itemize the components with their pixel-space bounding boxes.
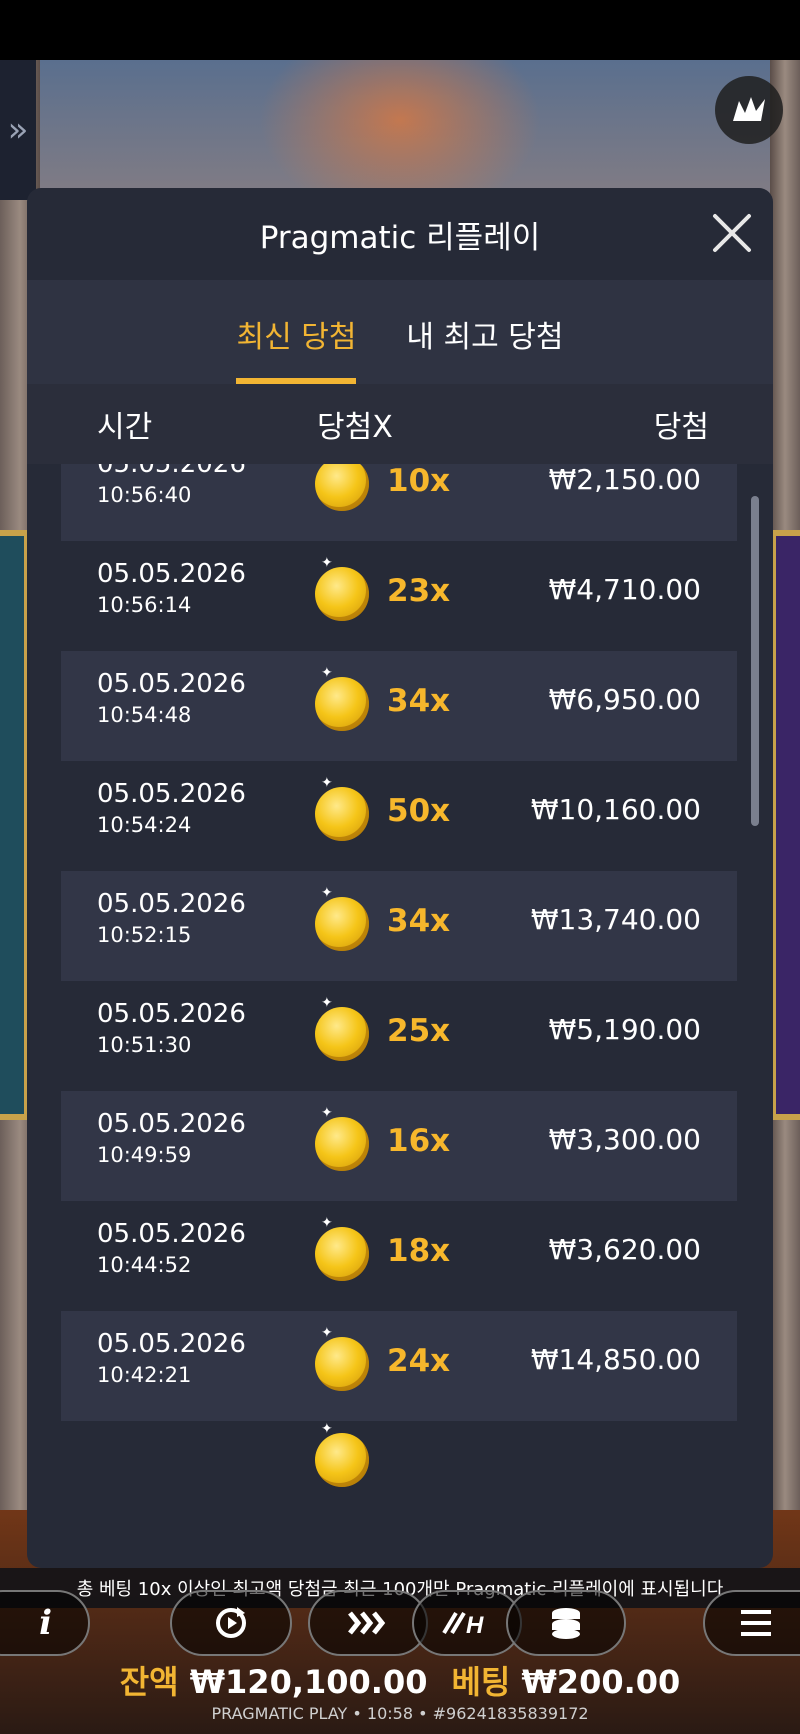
win-multiplier: 25x <box>387 1013 451 1049</box>
win-date: 05.05.2026 <box>97 1109 246 1139</box>
coin-icon <box>315 885 369 951</box>
wins-list[interactable]: 05.05.2026 10:56:40 10x ₩2,150.00 05.05.… <box>27 464 773 1568</box>
info-icon: i <box>39 1603 52 1643</box>
win-date: 05.05.2026 <box>97 889 246 919</box>
side-panel-toggle[interactable]: » <box>0 60 36 200</box>
win-amount: ₩5,190.00 <box>548 1013 701 1046</box>
tab-latest-wins[interactable]: 최신 당첨 <box>236 312 356 384</box>
status-bar <box>0 0 800 60</box>
close-icon <box>713 214 751 252</box>
expand-chevrons-icon: » <box>7 110 29 150</box>
replay-crown-button[interactable] <box>715 76 783 144</box>
win-amount: ₩6,950.00 <box>548 683 701 716</box>
balance-value: ₩120,100.00 <box>189 1663 428 1701</box>
crown-icon <box>733 97 765 121</box>
list-item[interactable]: 05.05.2026 10:54:24 50x ₩10,160.00 <box>61 761 737 871</box>
bet-value: ₩200.00 <box>521 1663 681 1701</box>
win-multiplier: 34x <box>387 903 451 939</box>
column-time: 시간 <box>97 410 153 445</box>
modal-title: Pragmatic 리플레이 <box>259 219 541 256</box>
win-date: 05.05.2026 <box>97 1219 246 1249</box>
column-header: 시간 당첨X 당첨 <box>27 384 773 464</box>
menu-button[interactable] <box>703 1590 800 1656</box>
win-multiplier: 10x <box>387 464 451 499</box>
win-amount: ₩3,620.00 <box>548 1233 701 1266</box>
list-item[interactable]: 05.05.2026 10:42:21 24x ₩14,850.00 <box>61 1311 737 1421</box>
win-time: 10:51:30 <box>97 1033 192 1057</box>
coin-icon <box>315 1421 369 1487</box>
win-amount: ₩10,160.00 <box>530 793 701 826</box>
win-time: 10:49:59 <box>97 1143 192 1167</box>
bet-coins-icon <box>552 1608 580 1639</box>
win-amount: ₩4,710.00 <box>548 573 701 606</box>
win-time: 10:54:48 <box>97 703 192 727</box>
coin-icon <box>315 665 369 731</box>
win-date: 05.05.2026 <box>97 669 246 699</box>
list-scrollbar[interactable] <box>751 496 759 826</box>
win-amount: ₩2,150.00 <box>548 464 701 496</box>
reel-frame-left <box>0 530 30 1120</box>
coin-icon <box>315 775 369 841</box>
win-multiplier: 34x <box>387 683 451 719</box>
win-date: 05.05.2026 <box>97 779 246 809</box>
info-button[interactable]: i <box>0 1590 90 1656</box>
win-time: 10:52:15 <box>97 923 192 947</box>
win-date: 05.05.2026 <box>97 464 246 479</box>
balance-label: 잔액 <box>119 1663 179 1701</box>
autoplay-button[interactable] <box>170 1590 292 1656</box>
win-date: 05.05.2026 <box>97 559 246 589</box>
win-time: 10:44:52 <box>97 1253 192 1277</box>
column-win: 당첨 <box>653 410 709 445</box>
coin-icon <box>315 1325 369 1391</box>
win-multiplier: 23x <box>387 573 451 609</box>
game-meta-line: PRAGMATIC PLAY • 10:58 • #96241835839172 <box>211 1704 589 1723</box>
list-item[interactable]: 05.05.2026 10:54:48 34x ₩6,950.00 <box>61 651 737 761</box>
turbo-button[interactable] <box>308 1590 428 1656</box>
balance-bar: 잔액 ₩120,100.00 베팅 ₩200.00 <box>0 1655 800 1705</box>
list-item[interactable]: 05.05.2026 10:51:30 25x ₩5,190.00 <box>61 981 737 1091</box>
win-date: 05.05.2026 <box>97 999 246 1029</box>
win-multiplier: 50x <box>387 793 451 829</box>
win-amount: ₩14,850.00 <box>530 1343 701 1376</box>
win-amount: ₩13,740.00 <box>530 903 701 936</box>
list-item[interactable]: 05.05.2026 10:56:14 23x ₩4,710.00 <box>61 541 737 651</box>
list-item[interactable]: 05.05.2026 10:56:40 10x ₩2,150.00 <box>61 464 737 541</box>
menu-icon <box>741 1610 771 1636</box>
coin-icon <box>315 464 369 511</box>
win-multiplier: 16x <box>387 1123 451 1159</box>
list-item-partial[interactable] <box>61 1421 737 1531</box>
reel-frame-right <box>770 530 800 1120</box>
hyperplay-icon: H <box>442 1611 484 1637</box>
bet-label: 베팅 <box>451 1663 511 1701</box>
column-multiplier: 당첨X <box>317 410 393 445</box>
replay-modal: Pragmatic 리플레이 최신 당첨 내 최고 당첨 시간 당첨X 당첨 0… <box>27 188 773 1568</box>
autoplay-icon <box>216 1607 246 1638</box>
bet-settings-button[interactable] <box>506 1590 626 1656</box>
coin-icon <box>315 555 369 621</box>
win-date: 05.05.2026 <box>97 1329 246 1359</box>
list-item[interactable]: 05.05.2026 10:44:52 18x ₩3,620.00 <box>61 1201 737 1311</box>
win-time: 10:56:14 <box>97 593 192 617</box>
win-time: 10:56:40 <box>97 483 192 507</box>
tab-my-best-wins[interactable]: 내 최고 당첨 <box>406 312 563 384</box>
win-multiplier: 18x <box>387 1233 451 1269</box>
list-item[interactable]: 05.05.2026 10:52:15 34x ₩13,740.00 <box>61 871 737 981</box>
tab-bar: 최신 당첨 내 최고 당첨 <box>27 280 773 384</box>
win-time: 10:54:24 <box>97 813 192 837</box>
coin-icon <box>315 995 369 1061</box>
win-multiplier: 24x <box>387 1343 451 1379</box>
coin-icon <box>315 1215 369 1281</box>
close-button[interactable] <box>709 210 755 256</box>
modal-header: Pragmatic 리플레이 <box>27 188 773 280</box>
win-amount: ₩3,300.00 <box>548 1123 701 1156</box>
game-controls: i H <box>0 1590 800 1664</box>
list-item[interactable]: 05.05.2026 10:49:59 16x ₩3,300.00 <box>61 1091 737 1201</box>
turbo-icon <box>348 1611 386 1635</box>
win-time: 10:42:21 <box>97 1363 192 1387</box>
svg-text:H: H <box>466 1612 484 1637</box>
coin-icon <box>315 1105 369 1171</box>
